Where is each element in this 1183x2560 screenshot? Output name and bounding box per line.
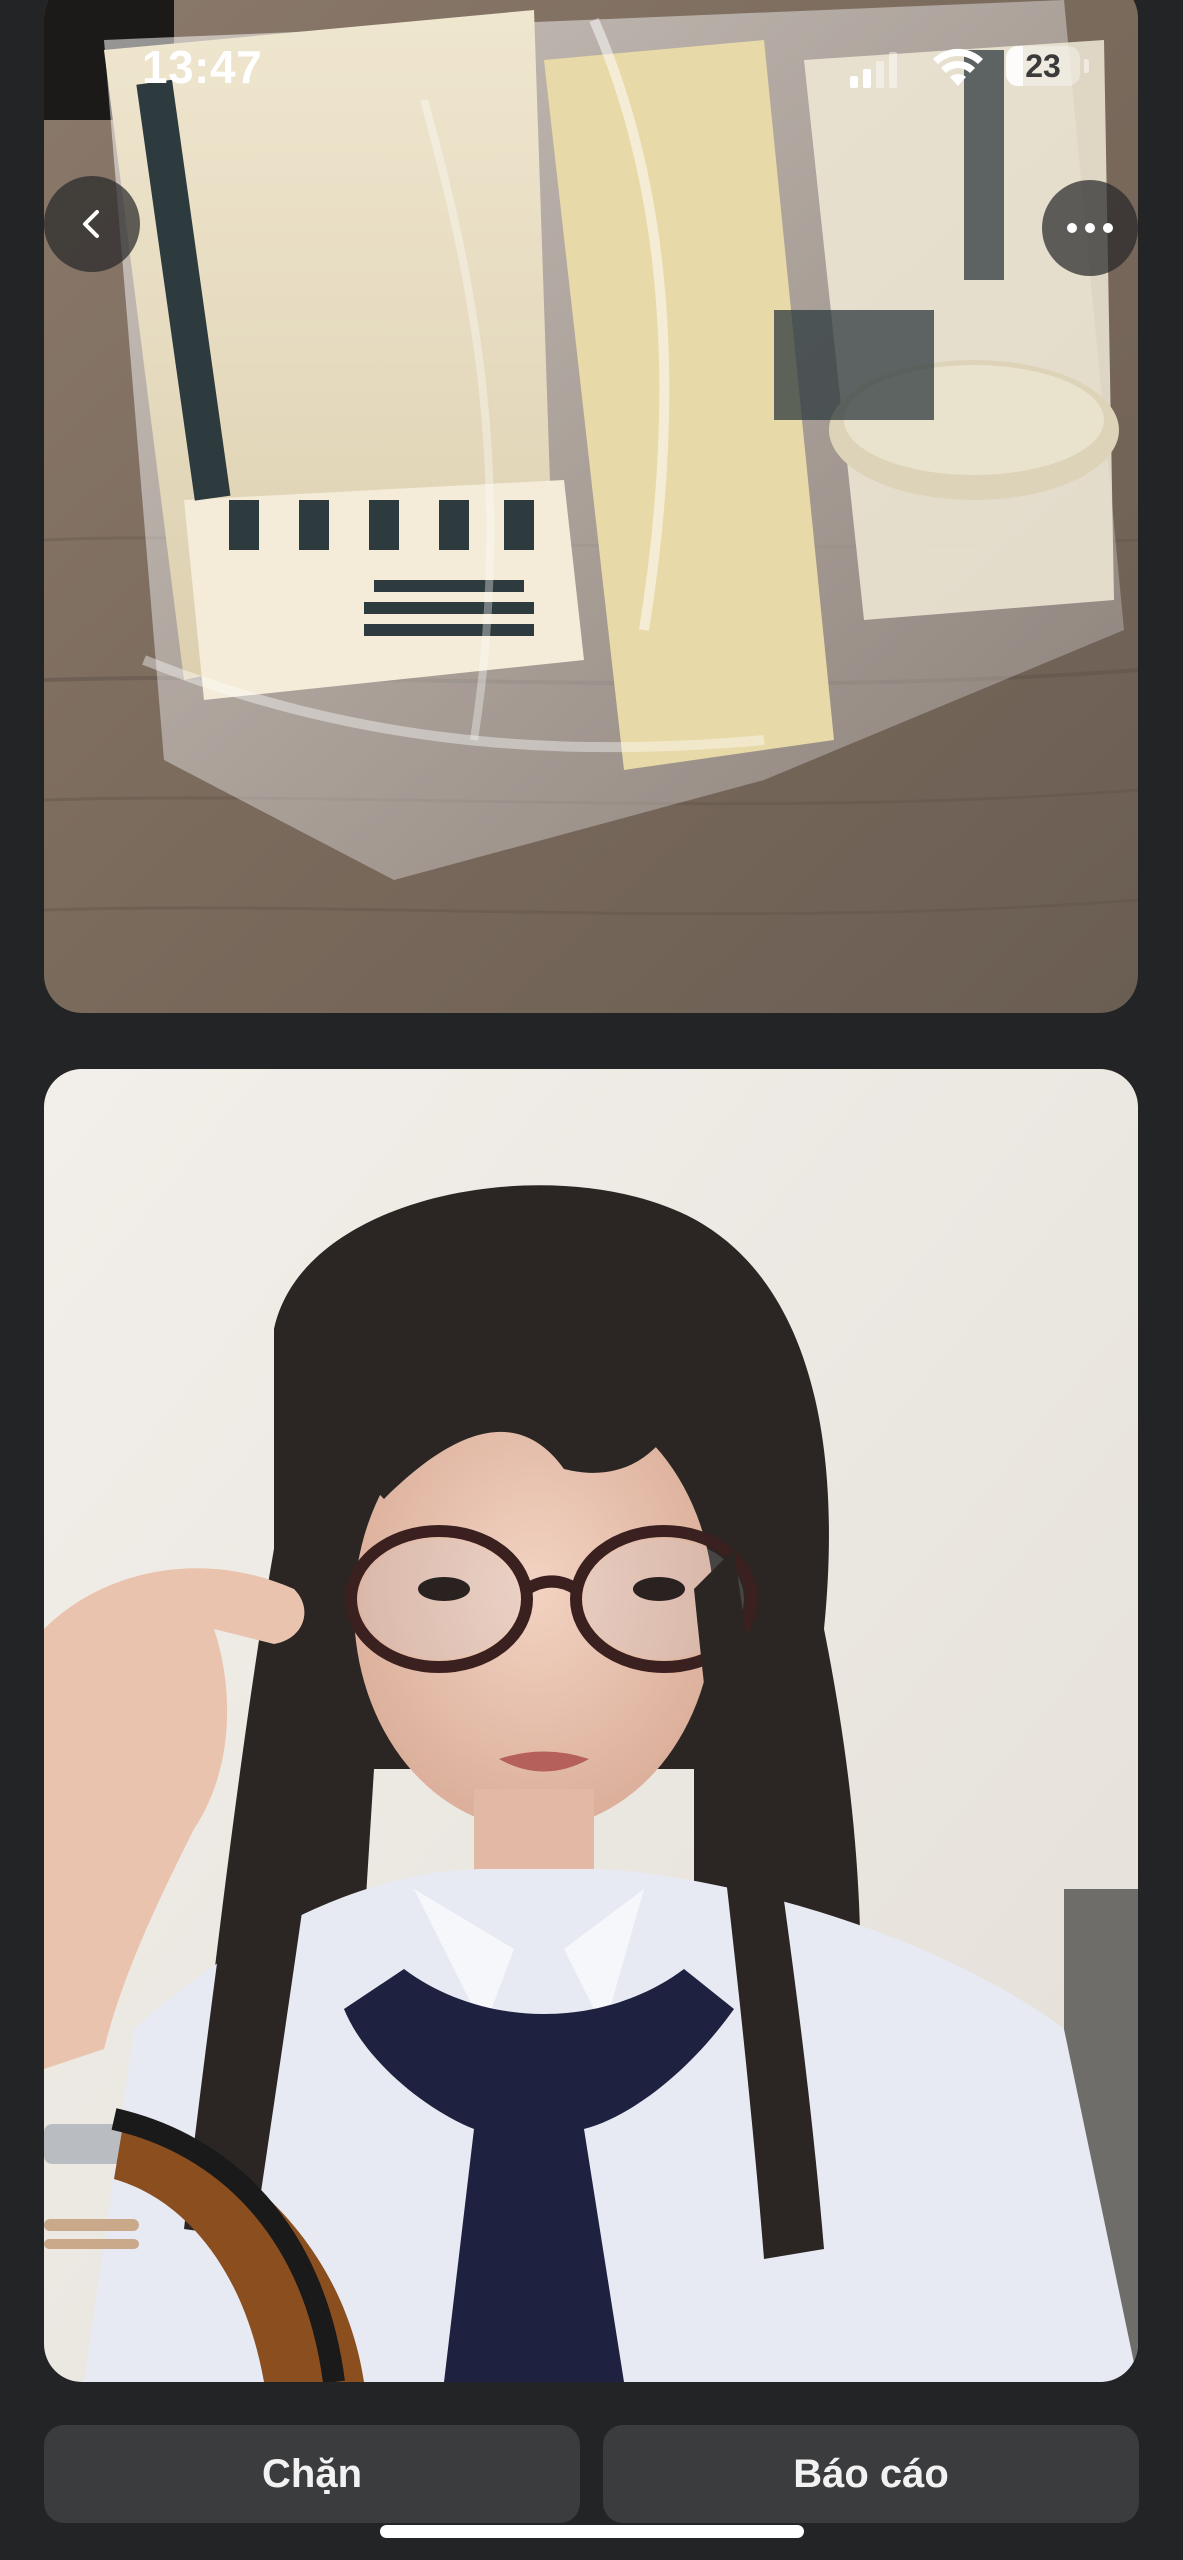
katinat-bag-photo: [44, 0, 1138, 1013]
home-indicator[interactable]: [380, 2525, 804, 2538]
ellipsis-icon: [1067, 223, 1113, 233]
battery-indicator: 23: [1006, 46, 1089, 88]
battery-body: 23: [1006, 46, 1080, 86]
wifi-icon: [933, 48, 983, 86]
battery-level: 23: [1025, 48, 1061, 84]
more-options-button[interactable]: [1042, 180, 1138, 276]
portrait-photo: [44, 1069, 1138, 2382]
status-time: 13:47: [142, 41, 263, 93]
chevron-left-icon: [83, 210, 99, 238]
status-bar: 13:47 23: [0, 0, 1183, 130]
photo-card-2[interactable]: [44, 1069, 1138, 2382]
back-button[interactable]: [44, 176, 140, 272]
photo-card-1[interactable]: [44, 0, 1138, 1013]
report-button[interactable]: Báo cáo: [603, 2425, 1139, 2523]
profile-photos-screen: 13:47 23 Chặn Báo cáo: [0, 0, 1183, 2560]
battery-nub: [1084, 59, 1089, 73]
block-button[interactable]: Chặn: [44, 2425, 580, 2523]
cellular-signal-icon: [850, 52, 897, 88]
